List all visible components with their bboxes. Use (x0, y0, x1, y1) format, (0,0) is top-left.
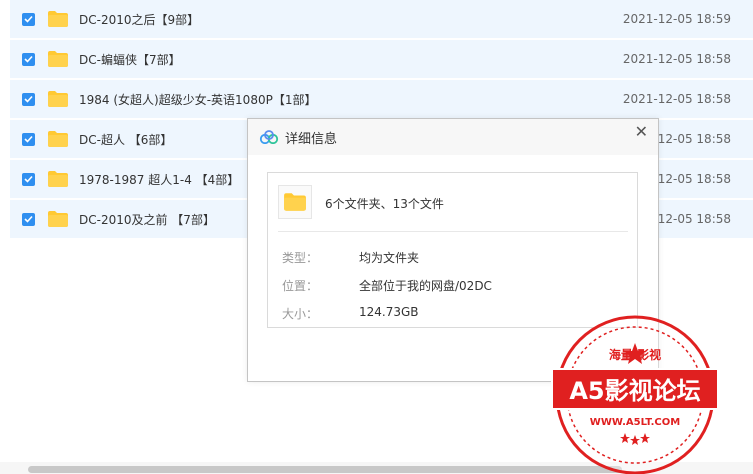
dialog-title: 详细信息 (285, 131, 338, 147)
file-name[interactable]: DC-蝙蝠侠【7部】 (79, 51, 181, 68)
checkbox-checked-icon[interactable] (22, 172, 35, 186)
file-row[interactable]: DC-蝙蝠侠【7部】 2021-12-05 18:58 (10, 40, 753, 80)
size-label: 大小： (282, 307, 319, 321)
details-panel: 6个文件夹、13个文件 类型： 均为文件夹 位置： 全部位于我的网盘/02DC … (267, 172, 638, 328)
type-label: 类型： (282, 251, 319, 265)
scrollbar-thumb[interactable] (28, 466, 622, 473)
watermark-stamp: 海量 影视 A5影视论坛 WWW.A5LT.COM (551, 315, 719, 474)
folder-icon (47, 90, 69, 108)
checkbox-checked-icon[interactable] (22, 12, 35, 26)
stamp-main-text: A5影视论坛 (569, 377, 700, 405)
location-label: 位置： (282, 279, 319, 293)
file-name[interactable]: 1984 (女超人)超级少女-英语1080P【1部】 (79, 91, 316, 108)
file-name[interactable]: 1978-1987 超人1-4 【4部】 (79, 171, 239, 188)
folder-icon (47, 210, 69, 228)
checkbox-checked-icon[interactable] (22, 92, 35, 106)
folder-icon (47, 10, 69, 28)
folder-icon (278, 185, 312, 219)
file-row[interactable]: 1984 (女超人)超级少女-英语1080P【1部】 2021-12-05 18… (10, 80, 753, 120)
location-value: 全部位于我的网盘/02DC (359, 279, 492, 293)
close-icon[interactable]: ✕ (635, 123, 648, 141)
stamp-url: WWW.A5LT.COM (590, 417, 680, 428)
size-value: 124.73GB (359, 305, 419, 319)
type-value: 均为文件夹 (359, 251, 420, 265)
folder-icon (47, 170, 69, 188)
file-name[interactable]: DC-超人 【6部】 (79, 131, 172, 148)
file-date: 12-05 18:58 (657, 172, 731, 186)
file-name[interactable]: DC-2010及之前 【7部】 (79, 211, 215, 228)
folder-icon (47, 50, 69, 68)
checkbox-checked-icon[interactable] (22, 52, 35, 66)
checkbox-checked-icon[interactable] (22, 132, 35, 146)
folder-icon (47, 130, 69, 148)
cloud-icon (259, 130, 279, 144)
selection-summary: 6个文件夹、13个文件 (325, 197, 444, 211)
file-date: 12-05 18:58 (657, 132, 731, 146)
file-date: 2021-12-05 18:59 (622, 12, 731, 26)
dialog-titlebar: 详细信息 ✕ (248, 119, 658, 155)
file-date: 12-05 18:58 (657, 212, 731, 226)
file-name[interactable]: DC-2010之后【9部】 (79, 11, 199, 28)
file-row[interactable]: DC-2010之后【9部】 2021-12-05 18:59 (10, 0, 753, 40)
divider (278, 231, 628, 232)
file-date: 2021-12-05 18:58 (622, 52, 731, 66)
file-date: 2021-12-05 18:58 (622, 92, 731, 106)
checkbox-checked-icon[interactable] (22, 212, 35, 226)
